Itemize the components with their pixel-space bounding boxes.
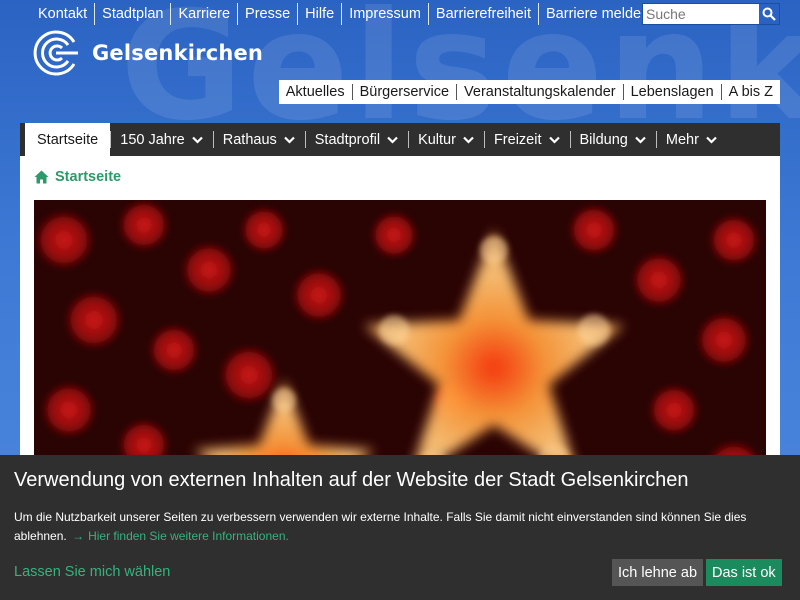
search-input[interactable] bbox=[643, 4, 759, 24]
nav-item-mehr[interactable]: Mehr bbox=[655, 123, 727, 156]
top-link-presse[interactable]: Presse bbox=[237, 3, 297, 25]
home-icon bbox=[34, 170, 49, 184]
breadcrumb[interactable]: Startseite bbox=[34, 169, 121, 185]
arrow-right-icon: → bbox=[72, 529, 85, 543]
nav-item-label: Stadtprofil bbox=[314, 131, 381, 148]
service-link-buergerservice[interactable]: Bürgerservice bbox=[351, 84, 456, 100]
nav-item-label: 150 Jahre bbox=[120, 131, 185, 148]
chevron-down-icon bbox=[463, 136, 474, 144]
chevron-down-icon bbox=[191, 136, 203, 144]
cookie-text: Um die Nutzbarkeit unserer Seiten zu ver… bbox=[14, 508, 784, 546]
main-navigation: Startseite 150 Jahre Rathaus Stadtprofil… bbox=[20, 123, 780, 156]
nav-item-rathaus[interactable]: Rathaus bbox=[212, 123, 305, 156]
chevron-down-icon bbox=[635, 136, 646, 144]
cookie-more-info-link[interactable]: Hier finden Sie weitere Informationen. bbox=[88, 529, 289, 543]
top-link-impressum[interactable]: Impressum bbox=[341, 3, 428, 25]
top-link-barrierefreiheit[interactable]: Barrierefreiheit bbox=[427, 3, 538, 25]
cookie-consent-banner: Verwendung von externen Inhalten auf der… bbox=[0, 455, 800, 600]
nav-item-bildung[interactable]: Bildung bbox=[569, 123, 656, 156]
nav-item-kultur[interactable]: Kultur bbox=[408, 123, 484, 156]
top-links-bar: Kontakt Stadtplan Karriere Presse Hilfe … bbox=[31, 3, 656, 25]
cookie-decline-button[interactable]: Ich lehne ab bbox=[612, 559, 704, 586]
nav-item-startseite[interactable]: Startseite bbox=[25, 123, 111, 156]
service-link-veranstaltungskalender[interactable]: Veranstaltungskalender bbox=[456, 84, 623, 100]
top-link-hilfe[interactable]: Hilfe bbox=[297, 3, 341, 25]
cookie-choose-link[interactable]: Lassen Sie mich wählen bbox=[14, 564, 170, 580]
nav-item-150-jahre[interactable]: 150 Jahre bbox=[110, 123, 213, 156]
top-link-karriere[interactable]: Karriere bbox=[170, 3, 237, 25]
site-logo[interactable]: Gelsenkirchen bbox=[30, 28, 263, 78]
top-link-stadtplan[interactable]: Stadtplan bbox=[94, 3, 170, 25]
nav-item-label: Kultur bbox=[418, 131, 456, 148]
search-box bbox=[642, 3, 780, 25]
chevron-down-icon bbox=[706, 136, 717, 144]
nav-item-label: Rathaus bbox=[222, 131, 277, 148]
top-link-kontakt[interactable]: Kontakt bbox=[31, 3, 94, 25]
cookie-accept-button[interactable]: Das ist ok bbox=[706, 559, 782, 586]
nav-item-label: Mehr bbox=[665, 131, 699, 148]
service-link-a-bis-z[interactable]: A bis Z bbox=[720, 84, 780, 100]
nav-item-stadtprofil[interactable]: Stadtprofil bbox=[304, 123, 408, 156]
cookie-title: Verwendung von externen Inhalten auf der… bbox=[14, 469, 689, 491]
service-bar: Aktuelles Bürgerservice Veranstaltungska… bbox=[278, 80, 780, 104]
breadcrumb-label: Startseite bbox=[55, 169, 122, 185]
nav-item-label: Bildung bbox=[579, 131, 628, 148]
logo-text: Gelsenkirchen bbox=[92, 41, 264, 65]
chevron-down-icon bbox=[387, 136, 398, 144]
search-icon bbox=[762, 7, 776, 21]
search-button[interactable] bbox=[759, 4, 779, 24]
nav-item-freizeit[interactable]: Freizeit bbox=[483, 123, 570, 156]
service-link-lebenslagen[interactable]: Lebenslagen bbox=[622, 84, 721, 100]
top-link-barriere-melden[interactable]: Barriere melden bbox=[538, 3, 656, 25]
nav-item-label: Freizeit bbox=[493, 131, 542, 148]
gelsenkirchen-logo-icon bbox=[33, 30, 78, 76]
chevron-down-icon bbox=[548, 136, 560, 144]
service-link-aktuelles[interactable]: Aktuelles bbox=[279, 84, 352, 100]
chevron-down-icon bbox=[283, 136, 295, 144]
nav-item-label: Startseite bbox=[37, 131, 99, 148]
